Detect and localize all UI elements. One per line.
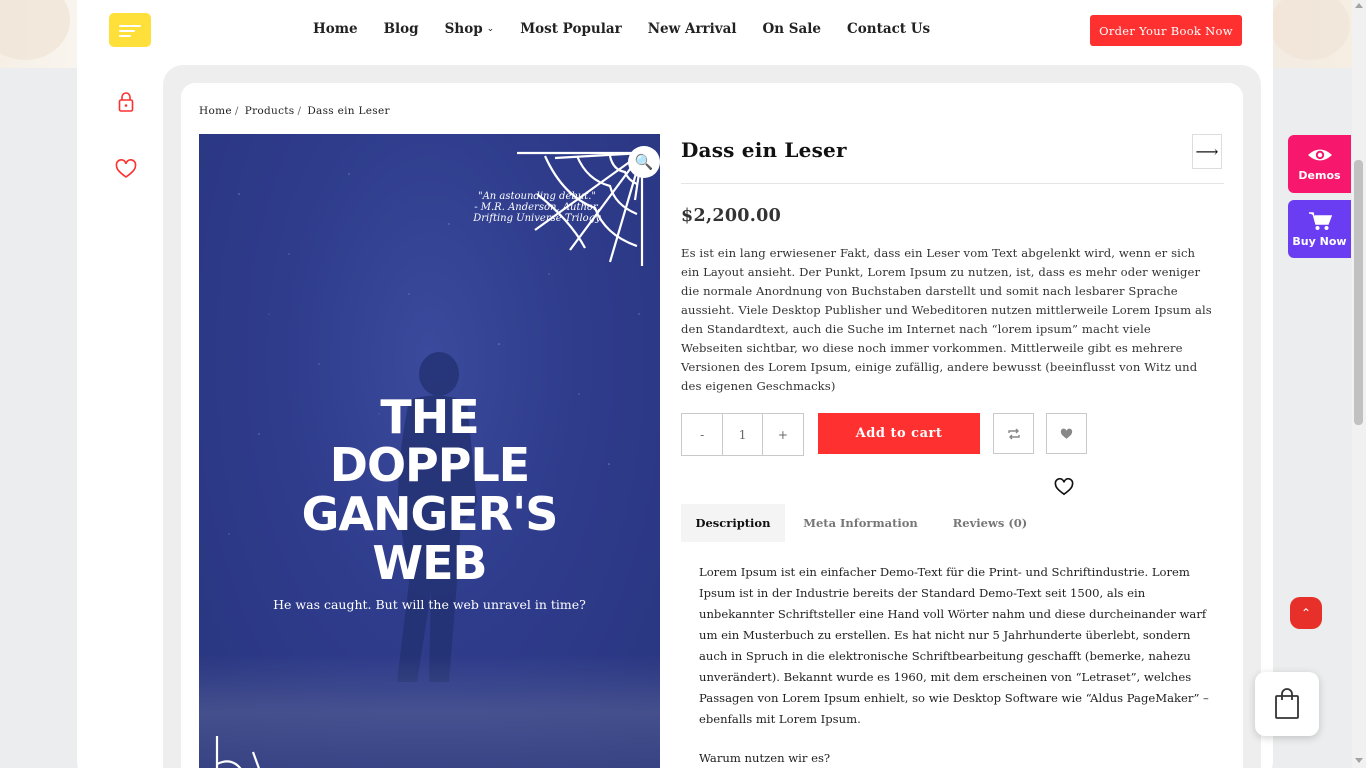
shopping-bag-icon bbox=[1275, 688, 1299, 719]
buy-now-button[interactable]: Buy Now bbox=[1288, 200, 1351, 258]
tab-reviews[interactable]: Reviews (0) bbox=[936, 504, 1044, 542]
breadcrumb-products[interactable]: Products bbox=[245, 105, 295, 117]
product-tabs: Description Meta Information Reviews (0) bbox=[681, 504, 1044, 542]
cart-icon bbox=[1308, 211, 1332, 230]
product-price: $2,200.00 bbox=[681, 206, 782, 226]
product-title: Dass ein Leser bbox=[681, 138, 847, 162]
cover-quote-line: Drifting Universe Trilogy bbox=[473, 213, 601, 224]
cover-title-line: THE bbox=[380, 390, 479, 444]
spiderweb-bottom-graphic bbox=[215, 736, 260, 768]
compare-icon bbox=[1007, 428, 1020, 439]
heart-icon[interactable] bbox=[115, 158, 137, 180]
tab-meta-information[interactable]: Meta Information bbox=[785, 504, 936, 542]
mini-cart-button[interactable] bbox=[1255, 672, 1319, 736]
scroll-to-top-button[interactable]: ⌃ bbox=[1290, 597, 1322, 629]
eye-icon bbox=[1307, 149, 1332, 160]
product-short-description: Es ist ein lang erwiesener Fakt, dass ei… bbox=[681, 246, 1212, 393]
next-product-button[interactable]: ⟶ bbox=[1192, 134, 1222, 169]
cover-tagline: He was caught. But will the web unravel … bbox=[273, 597, 586, 612]
quantity-increase-button[interactable]: + bbox=[763, 414, 803, 455]
cover-title-line: WEB bbox=[372, 536, 487, 590]
quantity-input[interactable]: 1 bbox=[722, 414, 763, 455]
hamburger-menu-button[interactable] bbox=[109, 13, 151, 47]
nav-blog[interactable]: Blog bbox=[384, 21, 419, 37]
breadcrumb-separator: / bbox=[297, 105, 302, 117]
quantity-stepper: - 1 + bbox=[681, 413, 804, 456]
scroll-down-arrow[interactable] bbox=[1355, 758, 1363, 763]
cover-quote-line: "An astounding debut." bbox=[477, 191, 597, 202]
nav-shop[interactable]: Shop ⌄ bbox=[445, 21, 495, 37]
nav-home[interactable]: Home bbox=[313, 21, 358, 37]
nav-new-arrival[interactable]: New Arrival bbox=[648, 21, 737, 37]
chevron-down-icon: ⌄ bbox=[486, 24, 495, 34]
tab-description-text: Lorem Ipsum ist ein einfacher Demo-Text … bbox=[699, 565, 1209, 726]
scrollbar-thumb[interactable] bbox=[1354, 160, 1363, 425]
tab-description[interactable]: Description bbox=[681, 504, 785, 542]
product-image[interactable]: 🔍 "An astounding debut." - M.R. Anderson… bbox=[199, 134, 660, 768]
tab-description-heading: Warum nutzen wir es? bbox=[699, 751, 831, 765]
zoom-icon[interactable]: 🔍 bbox=[628, 146, 660, 178]
quantity-decrease-button[interactable]: - bbox=[682, 414, 722, 455]
main-nav: Home Blog Shop ⌄ Most Popular New Arrival… bbox=[313, 21, 956, 37]
buy-now-label: Buy Now bbox=[1292, 234, 1347, 248]
breadcrumb: Home / Products / Dass ein Leser bbox=[199, 105, 390, 117]
add-to-cart-button[interactable]: Add to cart bbox=[818, 413, 980, 454]
breadcrumb-home[interactable]: Home bbox=[199, 105, 232, 117]
lock-icon[interactable] bbox=[115, 91, 137, 113]
order-book-button[interactable]: Order Your Book Now bbox=[1090, 15, 1242, 46]
nav-most-popular[interactable]: Most Popular bbox=[520, 21, 622, 37]
breadcrumb-current: Dass ein Leser bbox=[307, 105, 390, 117]
cover-quote: "An astounding debut." - M.R. Anderson, … bbox=[437, 191, 637, 224]
nav-on-sale[interactable]: On Sale bbox=[763, 21, 822, 37]
demos-button[interactable]: Demos bbox=[1288, 135, 1351, 193]
breadcrumb-separator: / bbox=[234, 105, 239, 117]
cover-quote-line: - M.R. Anderson, Author, bbox=[474, 202, 600, 213]
demos-label: Demos bbox=[1298, 168, 1341, 182]
heart-outline-icon[interactable] bbox=[1054, 478, 1074, 498]
scroll-up-arrow[interactable] bbox=[1355, 3, 1363, 8]
wishlist-button[interactable] bbox=[1046, 413, 1087, 454]
heart-icon bbox=[1060, 428, 1073, 439]
nav-shop-label: Shop bbox=[444, 21, 483, 37]
chevron-up-icon: ⌃ bbox=[1300, 606, 1312, 620]
nav-contact-us[interactable]: Contact Us bbox=[847, 21, 930, 37]
compare-button[interactable] bbox=[993, 413, 1034, 454]
arrow-right-icon: ⟶ bbox=[1195, 142, 1219, 161]
cover-title-line: DOPPLE bbox=[329, 438, 530, 492]
cover-title-line: GANGER'S bbox=[301, 487, 559, 541]
page-scrollbar[interactable] bbox=[1352, 0, 1366, 768]
divider bbox=[681, 183, 1224, 184]
